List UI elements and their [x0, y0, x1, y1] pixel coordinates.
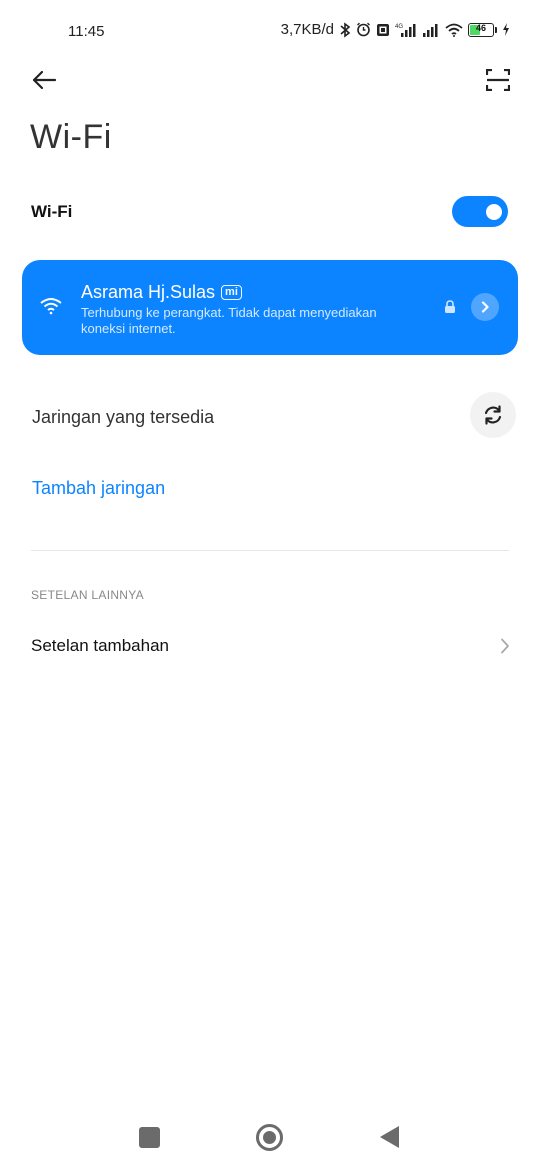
arrow-left-icon [32, 70, 57, 90]
chevron-right-icon [501, 638, 509, 654]
alarm-icon [357, 22, 370, 37]
refresh-icon [484, 405, 502, 425]
home-button[interactable] [256, 1124, 283, 1151]
additional-settings-row[interactable]: Setelan tambahan [0, 626, 540, 666]
refresh-button[interactable] [470, 392, 516, 438]
mi-badge: mi [221, 285, 242, 300]
lock-icon [445, 300, 455, 313]
network-name: Asrama Hj.Sulas [81, 282, 216, 302]
connected-network-card[interactable]: Asrama Hj.Sulas mi Terhubung ke perangka… [22, 260, 518, 355]
navigation-bar [0, 1110, 540, 1170]
wifi-toggle-row[interactable]: Wi-Fi [0, 188, 540, 236]
recents-button[interactable] [139, 1127, 160, 1148]
divider [31, 550, 509, 551]
toggle-knob [486, 203, 502, 220]
status-icons: 3,7KB/d 4G 46 [281, 21, 510, 38]
additional-settings-label: Setelan tambahan [31, 636, 169, 655]
wifi-toggle-switch[interactable] [452, 196, 508, 227]
network-details-button[interactable] [471, 293, 499, 321]
net-speed: 3,7KB/d [280, 21, 334, 38]
network-name-row: Asrama Hj.Sulas mi [81, 282, 242, 303]
network-status: Terhubung ke perangkat. Tidak dapat meny… [81, 305, 377, 336]
nav-back-button[interactable] [380, 1126, 399, 1148]
charging-icon [503, 23, 509, 36]
battery-icon: 46 [468, 22, 497, 37]
available-networks-label: Jaringan yang tersedia [32, 407, 215, 427]
back-button[interactable] [28, 64, 60, 96]
bluetooth-icon [340, 21, 351, 38]
status-bar: 11:45 3,7KB/d 4G 46 [0, 0, 540, 62]
home-icon [263, 1131, 276, 1144]
nfc-icon [377, 23, 389, 36]
add-network-link[interactable]: Tambah jaringan [32, 478, 165, 499]
chevron-right-icon [481, 301, 489, 313]
signal-icon [423, 23, 438, 37]
scan-qr-icon [486, 69, 510, 91]
status-time: 11:45 [68, 23, 105, 40]
available-networks-row: Jaringan yang tersedia [0, 392, 540, 442]
4g-signal-icon: 4G [395, 23, 416, 37]
scan-qr-button[interactable] [482, 64, 514, 96]
page-title: Wi-Fi [30, 118, 112, 156]
battery-level: 46 [475, 22, 486, 33]
wifi-signal-icon [40, 298, 62, 315]
other-settings-header: SETELAN LAINNYA [31, 588, 144, 602]
svg-text:4G: 4G [395, 24, 403, 30]
wifi-icon [445, 23, 463, 37]
wifi-toggle-label: Wi-Fi [31, 202, 73, 221]
